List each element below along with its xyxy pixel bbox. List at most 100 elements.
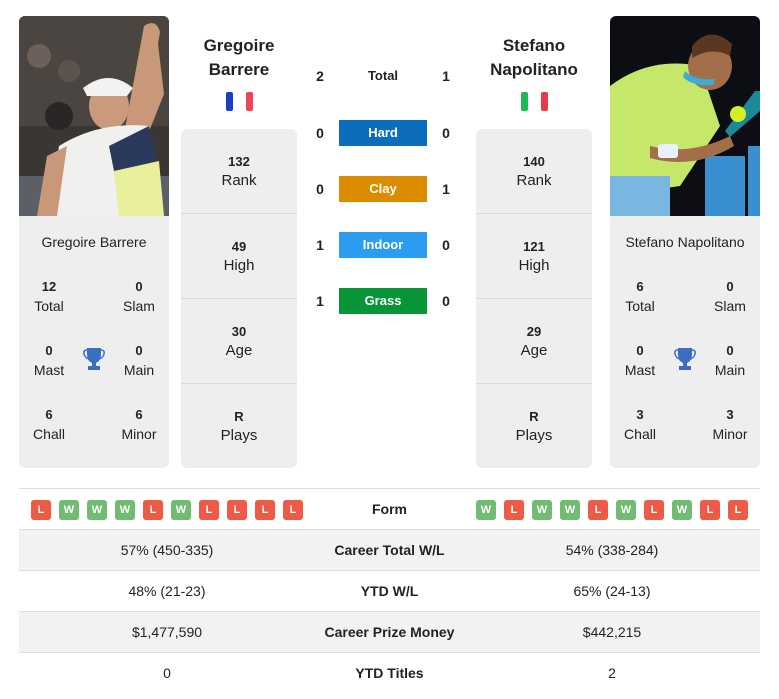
left-value: 57% (450-335) (120, 542, 214, 558)
player-name-line2[interactable]: Napolitano (476, 58, 592, 82)
row-label: Career Prize Money (324, 624, 455, 640)
player-name-left: Gregoire Barrere (181, 34, 297, 112)
row-label: YTD W/L (360, 583, 419, 599)
h2h-surface-row: 1 Grass 0 (310, 288, 456, 314)
table-row: 57% (450-335) Career Total W/L 54% (338-… (19, 529, 760, 570)
surface-clay-button[interactable]: Clay (339, 176, 427, 202)
titles-card-left: Gregoire Barrere 12 Total 0 Slam 0 Mast … (19, 216, 169, 468)
stats-card-left: 132 Rank 49 High 30 Age R Plays (181, 129, 297, 468)
titles-chall: 6 Chall (33, 407, 65, 442)
form-win-badge[interactable]: W (115, 500, 135, 520)
titles-minor: 6 Minor (121, 407, 157, 442)
trophy-icon (82, 346, 106, 372)
form-loss-badge[interactable]: L (504, 500, 524, 520)
table-row: $1,477,590 Career Prize Money $442,215 (19, 611, 760, 652)
h2h-surface-row: 0 Hard 0 (310, 120, 456, 146)
form-loss-badge[interactable]: L (227, 500, 247, 520)
h2h-left-value: 2 (316, 68, 324, 84)
player-name-line1[interactable]: Stefano (476, 34, 592, 58)
form-loss-badge[interactable]: L (199, 500, 219, 520)
left-value: $1,477,590 (131, 624, 203, 640)
stat-high: 121 High (518, 239, 550, 274)
stat-age: 29 Age (520, 324, 548, 359)
h2h-right-value: 0 (442, 237, 450, 253)
form-loss-badge[interactable]: L (588, 500, 608, 520)
form-badges-right: WLWWLWLWLL (476, 500, 748, 520)
form-badges-left: LWWWLWLLLL (31, 500, 303, 520)
player-name-line2[interactable]: Barrere (181, 58, 297, 82)
h2h-right-value: 0 (442, 125, 450, 141)
stats-card-right: 140 Rank 121 High 29 Age R Plays (476, 129, 592, 468)
titles-total: 6 Total (625, 279, 655, 314)
trophy-icon (673, 346, 697, 372)
stat-high: 49 High (223, 239, 255, 274)
titles-main: 0 Main (714, 343, 746, 378)
surface-hard-button[interactable]: Hard (339, 120, 427, 146)
form-loss-badge[interactable]: L (700, 500, 720, 520)
form-row: LWWWLWLLLL Form WLWWLWLWLL (19, 488, 760, 529)
titles-total: 12 Total (34, 279, 64, 314)
titles-main: 0 Main (123, 343, 155, 378)
flag-italy-icon (520, 92, 548, 112)
player-photo-right (610, 16, 760, 216)
h2h-right-value: 1 (442, 68, 450, 84)
h2h-surface-row: 0 Clay 1 (310, 176, 456, 202)
right-value: $442,215 (582, 624, 642, 640)
player-full-name: Stefano Napolitano (625, 234, 745, 250)
table-row: 48% (21-23) YTD W/L 65% (24-13) (19, 570, 760, 611)
titles-slam: 0 Slam (123, 279, 155, 314)
form-win-badge[interactable]: W (476, 500, 496, 520)
surface-indoor-button[interactable]: Indoor (339, 232, 427, 258)
player-name-right: Stefano Napolitano (476, 34, 592, 112)
right-value: 54% (338-284) (565, 542, 659, 558)
form-win-badge[interactable]: W (59, 500, 79, 520)
h2h-left-value: 1 (316, 293, 324, 309)
right-value: 2 (608, 665, 616, 681)
form-win-badge[interactable]: W (672, 500, 692, 520)
form-loss-badge[interactable]: L (31, 500, 51, 520)
h2h-total-row: 2 Total 1 (310, 63, 456, 89)
form-label: Form (372, 501, 407, 517)
left-value: 0 (163, 665, 171, 681)
flag-france-icon (225, 92, 253, 112)
h2h-right-value: 1 (442, 181, 450, 197)
h2h-left-value: 1 (316, 237, 324, 253)
player-name-line1[interactable]: Gregoire (181, 34, 297, 58)
row-label: Career Total W/L (334, 542, 445, 558)
form-win-badge[interactable]: W (560, 500, 580, 520)
row-label: YTD Titles (355, 665, 424, 681)
titles-slam: 0 Slam (714, 279, 746, 314)
stat-age: 30 Age (225, 324, 253, 359)
form-loss-badge[interactable]: L (143, 500, 163, 520)
player-photo-icon (610, 16, 760, 216)
h2h-left-value: 0 (316, 181, 324, 197)
player-photo-left (19, 16, 169, 216)
player-photo-icon (19, 16, 169, 216)
titles-minor: 3 Minor (712, 407, 748, 442)
stat-plays: R Plays (220, 409, 258, 444)
form-win-badge[interactable]: W (532, 500, 552, 520)
h2h-total-label: Total (367, 68, 399, 83)
form-loss-badge[interactable]: L (644, 500, 664, 520)
titles-mast: 0 Mast (624, 343, 656, 378)
stat-plays: R Plays (515, 409, 553, 444)
form-loss-badge[interactable]: L (255, 500, 275, 520)
h2h-left-value: 0 (316, 125, 324, 141)
h2h-surface-row: 1 Indoor 0 (310, 232, 456, 258)
surface-grass-button[interactable]: Grass (339, 288, 427, 314)
form-loss-badge[interactable]: L (728, 500, 748, 520)
titles-card-right: Stefano Napolitano 6 Total 0 Slam 0 Mast… (610, 216, 760, 468)
form-win-badge[interactable]: W (87, 500, 107, 520)
form-win-badge[interactable]: W (616, 500, 636, 520)
stat-rank: 140 Rank (516, 154, 552, 189)
stat-rank: 132 Rank (221, 154, 257, 189)
h2h-right-value: 0 (442, 293, 450, 309)
left-value: 48% (21-23) (128, 583, 206, 599)
form-loss-badge[interactable]: L (283, 500, 303, 520)
titles-mast: 0 Mast (33, 343, 65, 378)
right-value: 65% (24-13) (573, 583, 651, 599)
player-full-name: Gregoire Barrere (41, 234, 147, 250)
titles-chall: 3 Chall (624, 407, 656, 442)
form-win-badge[interactable]: W (171, 500, 191, 520)
table-row: 0 YTD Titles 2 (19, 652, 760, 693)
